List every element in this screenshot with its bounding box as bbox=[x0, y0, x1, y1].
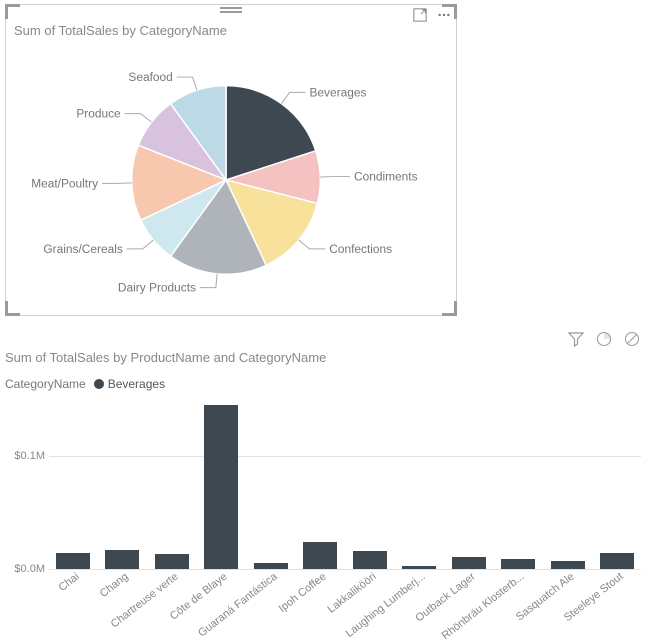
chart-title: Sum of TotalSales by CategoryName bbox=[14, 23, 227, 38]
bar-item[interactable]: Chang bbox=[105, 550, 141, 569]
bar-rect[interactable] bbox=[600, 553, 634, 569]
drill-mode-icon[interactable] bbox=[595, 330, 613, 348]
gridline bbox=[49, 569, 641, 570]
pie-leader-line bbox=[125, 114, 152, 123]
bar-item[interactable]: Laughing Lumberj... bbox=[402, 566, 438, 569]
pie-leader-line bbox=[299, 240, 326, 249]
bar-plot-area: $0.0M$0.1MChaiChangChartreuse verteCôte … bbox=[49, 399, 641, 589]
bar-rect[interactable] bbox=[155, 554, 189, 569]
bar-rect[interactable] bbox=[303, 542, 337, 569]
bar-rect[interactable] bbox=[254, 563, 288, 569]
bar-rect[interactable] bbox=[501, 559, 535, 569]
pie-slice-label: Condiments bbox=[354, 170, 418, 184]
legend-swatch bbox=[94, 379, 104, 389]
bar-item[interactable]: Sasquatch Ale bbox=[550, 561, 586, 569]
pie-slice-label: Meat/Poultry bbox=[31, 176, 98, 190]
pie-slice-label: Produce bbox=[76, 107, 121, 121]
x-axis-label: Chai bbox=[56, 571, 81, 594]
chart-title: Sum of TotalSales by ProductName and Cat… bbox=[5, 350, 645, 365]
drill-toolbar bbox=[0, 330, 649, 348]
bar-rect[interactable] bbox=[551, 561, 585, 569]
bar-item[interactable]: Chartreuse verte bbox=[154, 554, 190, 569]
bars-row: Chai Chang Chartreuse verte Côte de Blaye Gu… bbox=[49, 399, 641, 569]
x-axis-label: Chang bbox=[98, 571, 131, 600]
y-axis-tick: $0.1M bbox=[5, 450, 45, 462]
bar-item[interactable]: Outback Lager bbox=[451, 557, 487, 569]
visual-toolbar bbox=[412, 7, 452, 23]
drag-handle[interactable] bbox=[220, 4, 242, 16]
y-axis-tick: $0.0M bbox=[5, 563, 45, 575]
pie-chart-body: Beverages Condiments Confections Dairy Prod… bbox=[6, 41, 456, 309]
pie-leader-line bbox=[127, 240, 154, 249]
bar-item[interactable]: Côte de Blaye bbox=[204, 405, 240, 569]
bar-item[interactable]: Ipoh Coffee bbox=[303, 542, 339, 569]
pie-leader-line bbox=[281, 92, 305, 103]
more-options-icon[interactable] bbox=[436, 7, 452, 23]
filter-icon[interactable] bbox=[567, 330, 585, 348]
x-axis-label: Ipoh Coffee bbox=[277, 571, 329, 615]
legend: CategoryName Beverages bbox=[5, 377, 645, 391]
legend-value: Beverages bbox=[108, 377, 165, 391]
focus-mode-icon[interactable] bbox=[412, 7, 428, 23]
clear-drill-icon[interactable] bbox=[623, 330, 641, 348]
pie-slice-label: Beverages bbox=[309, 85, 366, 99]
bar-item[interactable]: Chai bbox=[55, 553, 91, 569]
bar-rect[interactable] bbox=[353, 551, 387, 569]
pie-chart-visual[interactable]: Sum of TotalSales by CategoryName Bevera… bbox=[5, 4, 457, 316]
x-axis-label: Rhönbräu Klosterb... bbox=[440, 571, 527, 642]
selection-corner[interactable] bbox=[5, 4, 20, 19]
pie-leader-line bbox=[200, 274, 217, 288]
pie-slice-label: Dairy Products bbox=[118, 281, 196, 295]
bar-item[interactable]: Rhönbräu Klosterb... bbox=[501, 559, 537, 569]
pie-leader-line bbox=[177, 77, 197, 90]
bar-item[interactable]: Guaraná Fantástica bbox=[253, 563, 289, 569]
bar-rect[interactable] bbox=[105, 550, 139, 569]
bar-rect[interactable] bbox=[204, 405, 238, 569]
pie-chart-svg[interactable]: Beverages Condiments Confections Dairy Prod… bbox=[6, 41, 456, 309]
pie-slice-label: Confections bbox=[329, 242, 392, 256]
bar-chart-visual[interactable]: Sum of TotalSales by ProductName and Cat… bbox=[5, 350, 645, 630]
pie-slice-label: Seafood bbox=[128, 70, 172, 84]
bar-rect[interactable] bbox=[402, 566, 436, 569]
bar-item[interactable]: Steeleye Stout bbox=[600, 553, 636, 569]
pie-slice-label: Grains/Cereals bbox=[43, 242, 122, 256]
legend-key: CategoryName bbox=[5, 377, 86, 391]
bar-item[interactable]: Lakkalikööri bbox=[352, 551, 388, 569]
bar-rect[interactable] bbox=[56, 553, 90, 569]
bar-rect[interactable] bbox=[452, 557, 486, 569]
